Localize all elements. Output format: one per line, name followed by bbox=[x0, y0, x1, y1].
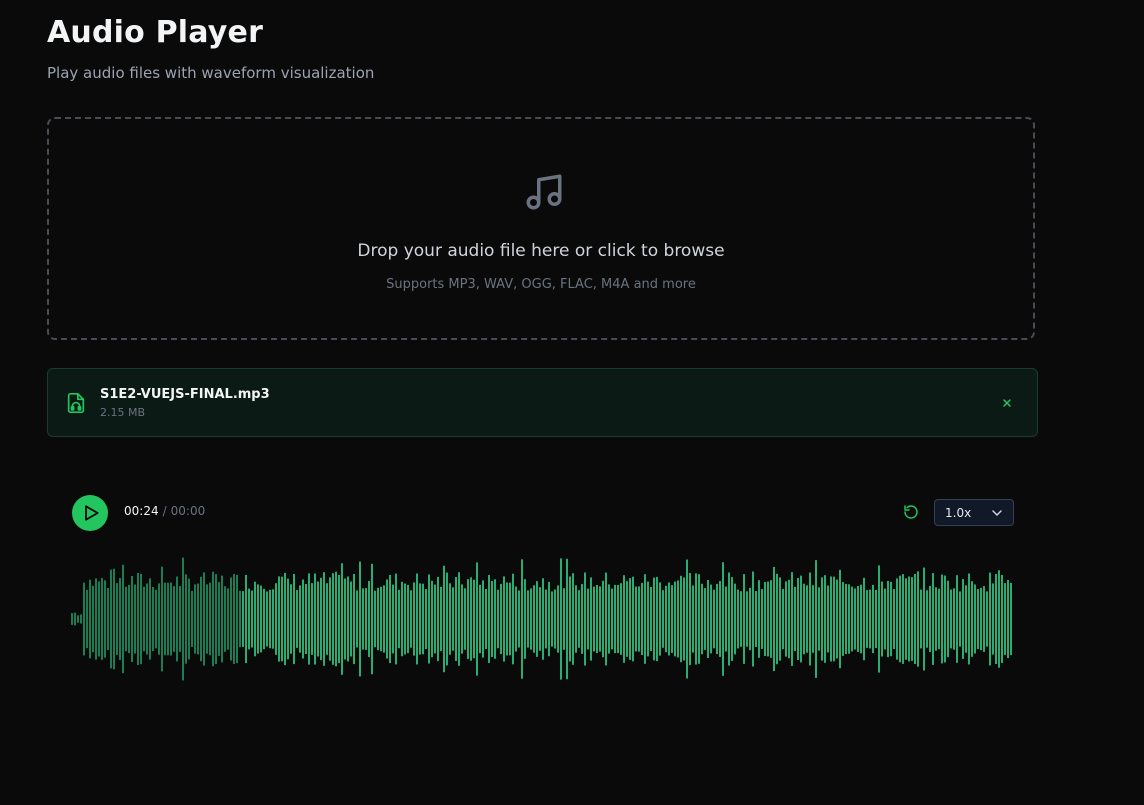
waveform[interactable] bbox=[71, 552, 1015, 686]
time-display: 00:24/00:00 bbox=[124, 504, 205, 518]
selected-file-card: S1E2-VUEJS-FINAL.mp3 2.15 MB bbox=[47, 368, 1038, 437]
dropzone-title: Drop your audio file here or click to br… bbox=[357, 241, 725, 261]
file-audio-icon bbox=[67, 393, 85, 413]
dropzone-hint: Supports MP3, WAV, OGG, FLAC, M4A and mo… bbox=[386, 277, 696, 292]
remove-file-button[interactable] bbox=[998, 394, 1016, 412]
play-icon bbox=[85, 505, 99, 521]
duration: 00:00 bbox=[170, 504, 206, 518]
play-button[interactable] bbox=[72, 495, 108, 531]
restart-button[interactable] bbox=[903, 504, 919, 520]
current-time: 00:24 bbox=[124, 504, 159, 518]
audio-player: 00:24/00:00 1.0x bbox=[47, 470, 1038, 710]
playback-speed-value: 1.0x bbox=[945, 506, 972, 520]
playback-speed-select[interactable]: 1.0x bbox=[934, 499, 1014, 526]
file-size: 2.15 MB bbox=[100, 406, 146, 419]
audio-player-page: Audio Player Play audio files with wavef… bbox=[0, 0, 1144, 805]
chevron-down-icon bbox=[992, 510, 1002, 517]
file-name: S1E2-VUEJS-FINAL.mp3 bbox=[100, 387, 270, 402]
page-subtitle: Play audio files with waveform visualiza… bbox=[47, 64, 375, 82]
music-note-icon bbox=[526, 174, 562, 210]
time-separator: / bbox=[162, 504, 167, 518]
audio-dropzone[interactable]: Drop your audio file here or click to br… bbox=[47, 117, 1035, 340]
page-title: Audio Player bbox=[47, 15, 264, 50]
